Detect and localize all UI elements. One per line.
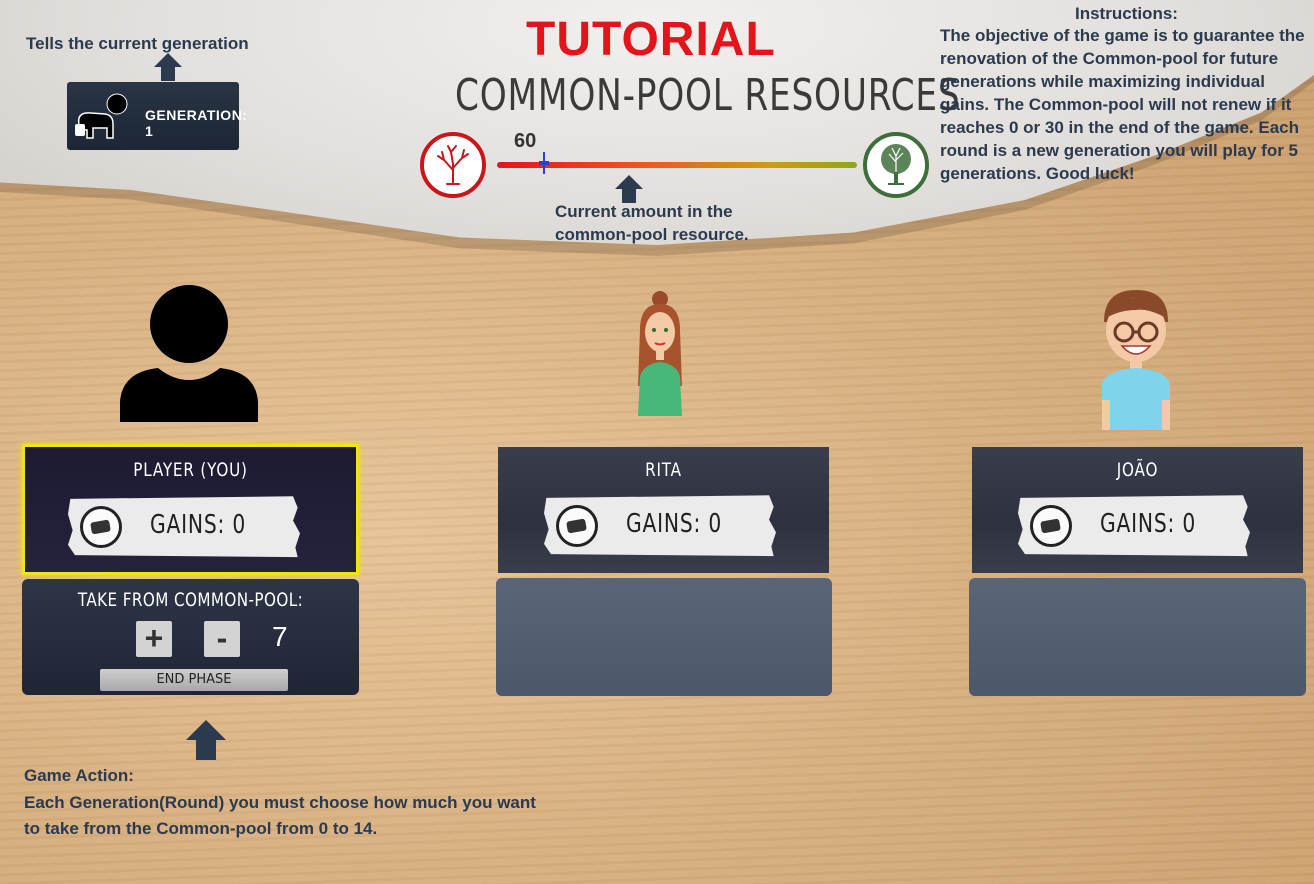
handshake-icon [1030,505,1072,547]
baby-crawling-icon [75,93,128,139]
gains-ribbon: GAINS: 0 [1018,495,1250,557]
game-title: COMMON-POOL RESOURCES [455,70,961,121]
minus-button[interactable]: - [204,621,240,657]
gains-ribbon: GAINS: 0 [68,496,300,558]
joao-card: JOÃO GAINS: 0 [972,447,1303,573]
dead-tree-icon [420,132,486,198]
handshake-icon [80,506,122,548]
take-label: TAKE FROM COMMON-POOL: [77,589,304,611]
joao-name: JOÃO [1116,459,1159,481]
end-phase-button[interactable]: END PHASE [100,669,288,691]
generation-annotation: Tells the current generation [26,34,249,53]
gains-label: GAINS: 0 [1100,509,1197,539]
pool-bar [497,162,857,168]
handshake-icon [556,505,598,547]
take-amount: 7 [272,621,288,652]
instructions-body: The objective of the game is to guarante… [940,26,1305,183]
rita-name: RITA [645,459,682,481]
pool-marker-cross [538,161,549,165]
tutorial-title: TUTORIAL [526,13,776,66]
pool-value: 60 [514,130,537,152]
action-annotation-body: Each Generation(Round) you must choose h… [24,793,536,838]
arrow-up-icon [186,720,226,760]
player-name: PLAYER (YOU) [133,459,248,481]
healthy-tree-icon [863,132,929,198]
rita-card: RITA GAINS: 0 [498,447,829,573]
gains-label: GAINS: 0 [626,509,723,539]
pool-meter: 60 [420,130,932,202]
pool-annotation: Current amount in the common-pool resour… [555,202,749,244]
arrow-up-icon [615,175,643,203]
silhouette-avatar [120,285,258,422]
action-annotation-title: Game Action: [24,766,134,785]
action-panel: TAKE FROM COMMON-POOL: + - 7 END PHASE [22,579,359,695]
arrow-up-icon [154,53,182,81]
instructions-title: Instructions: [1075,4,1178,23]
plus-button[interactable]: + [136,621,172,657]
player-card: PLAYER (YOU) GAINS: 0 [22,444,359,575]
generation-badge: GENERATION: 1 [67,82,247,150]
man-glasses-avatar [1102,290,1170,430]
rita-action-panel [496,578,832,696]
generation-label: GENERATION: 1 [145,107,248,139]
gains-ribbon: GAINS: 0 [544,495,776,557]
gains-label: GAINS: 0 [150,510,247,540]
woman-avatar [638,291,682,416]
joao-action-panel [969,578,1306,696]
